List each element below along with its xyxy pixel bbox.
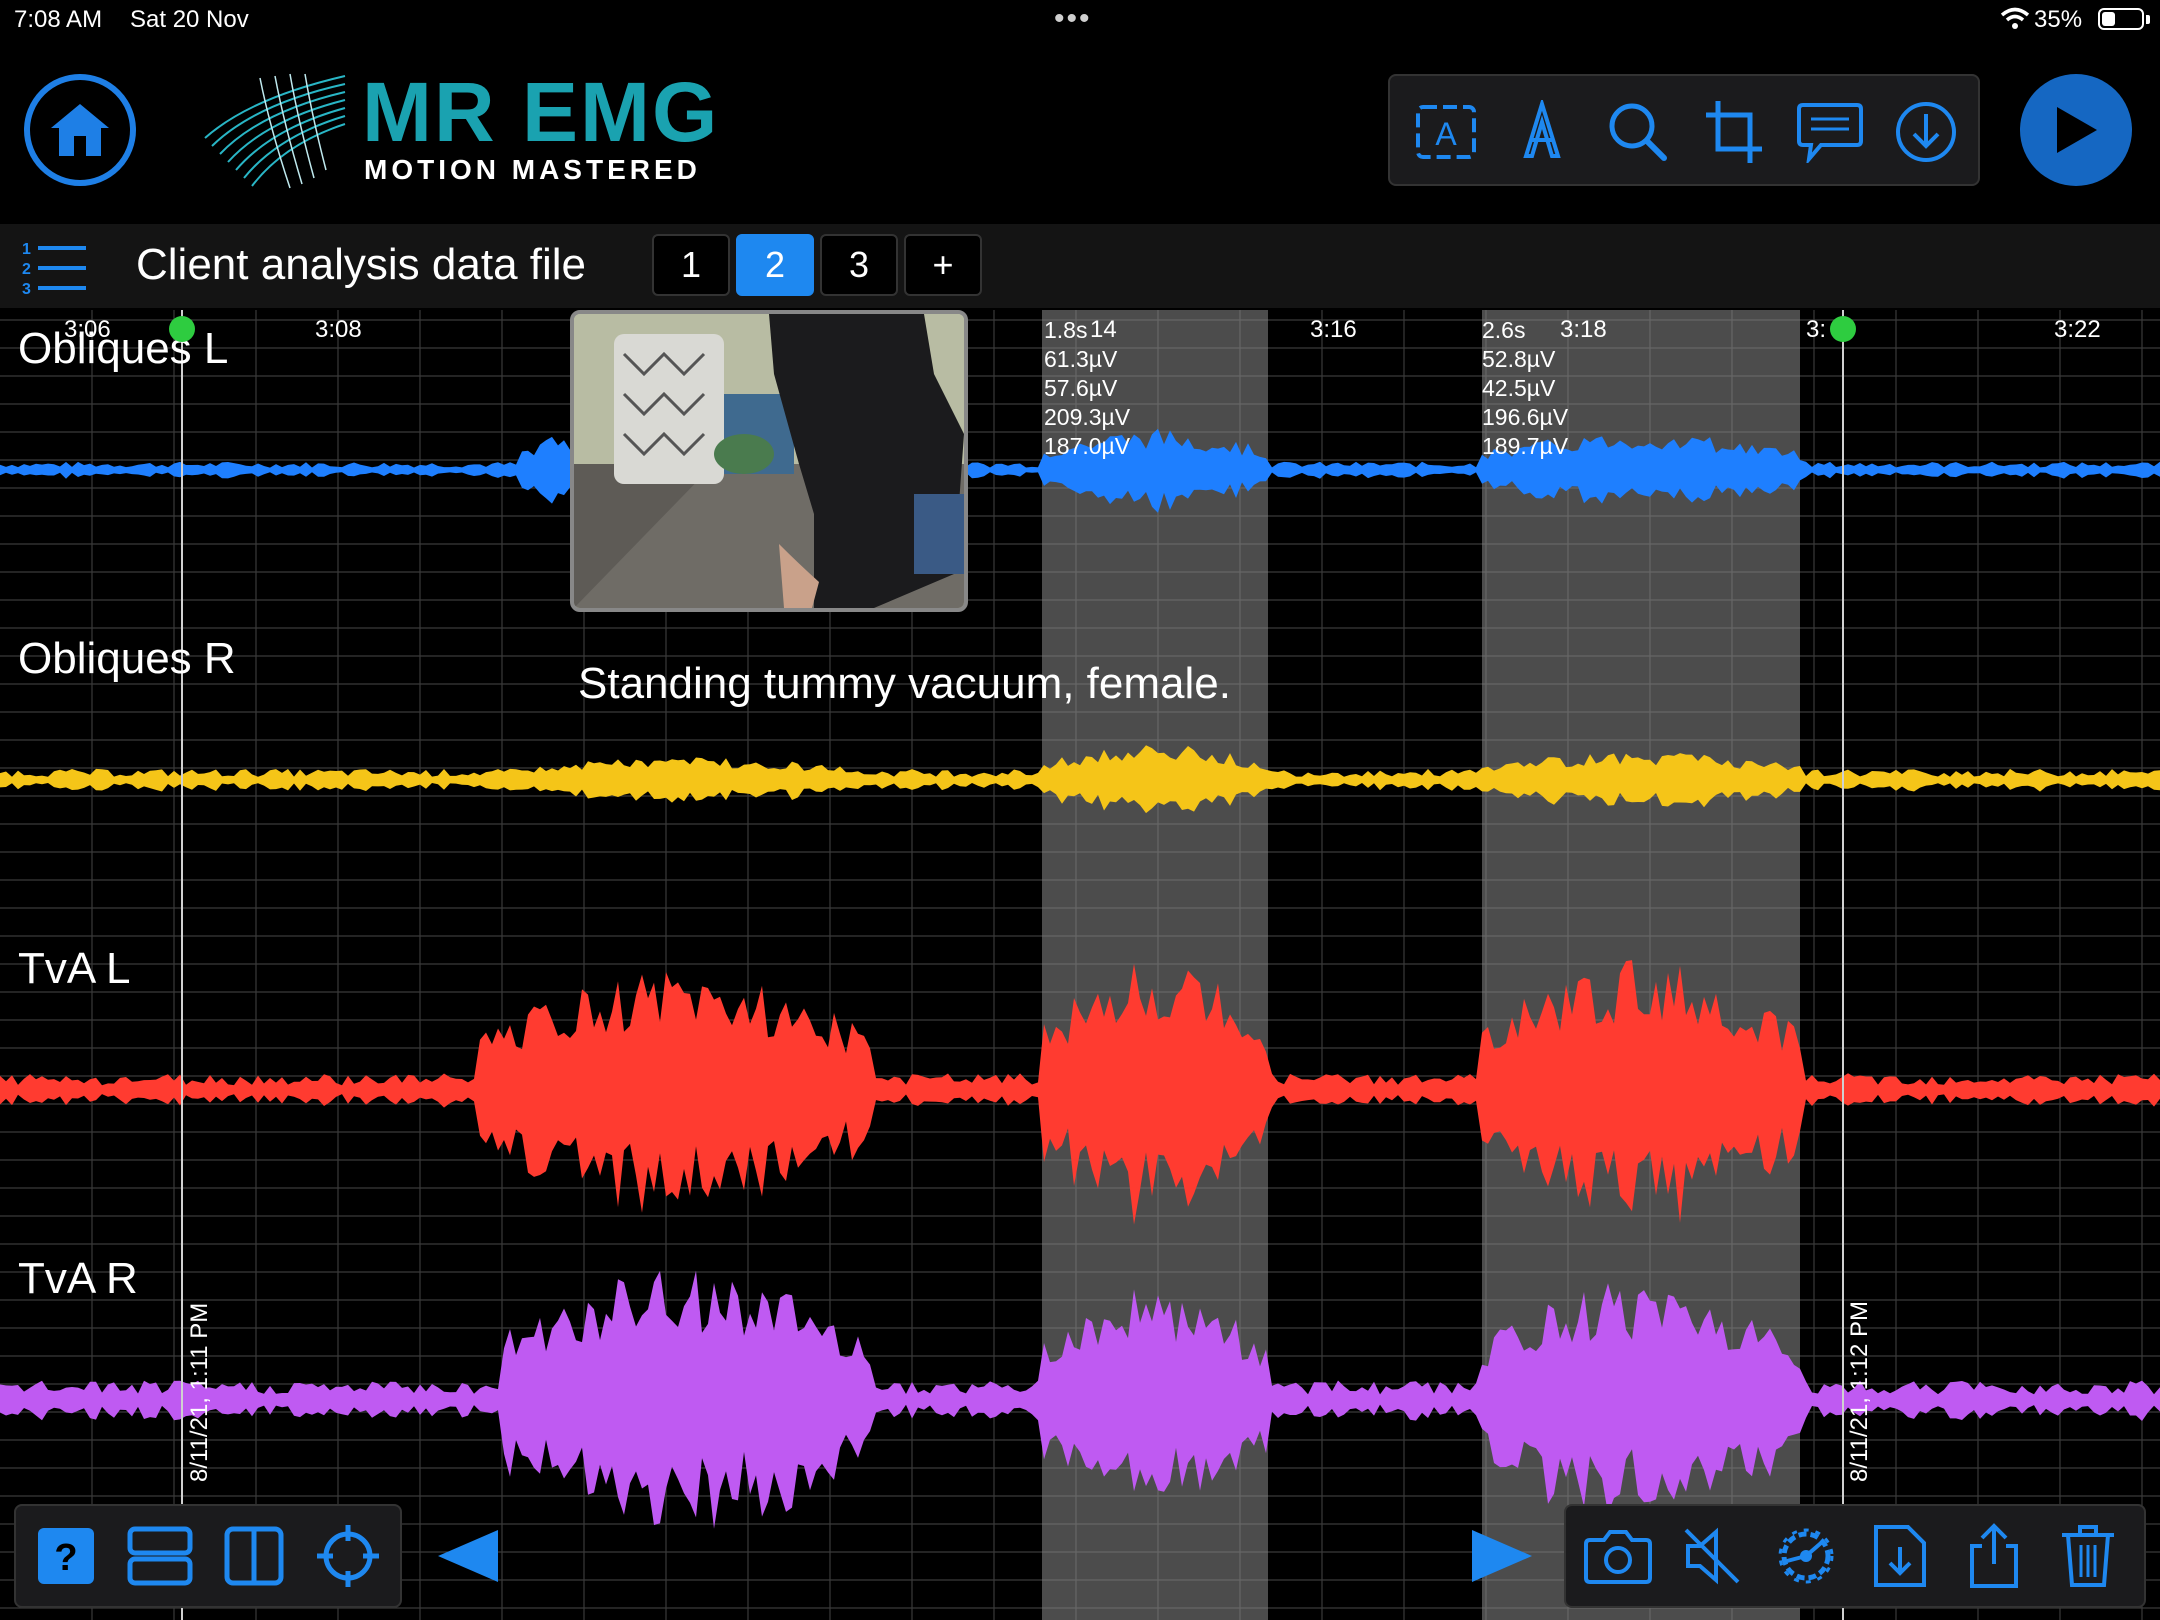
logo-tagline: MOTION MASTERED xyxy=(364,154,701,185)
home-button[interactable] xyxy=(24,74,136,186)
multitask-dots[interactable]: ••• xyxy=(1054,2,1092,36)
target-icon xyxy=(317,1525,379,1587)
mute-button[interactable] xyxy=(1674,1518,1750,1594)
page-tab-2[interactable]: 2 xyxy=(736,234,814,296)
mute-icon xyxy=(1684,1527,1740,1585)
channel-label-obliques-r: Obliques R xyxy=(18,634,236,683)
logo-icon xyxy=(204,73,346,189)
selection-1-duration: 1.8s xyxy=(1044,317,1088,343)
download-icon xyxy=(1896,102,1956,162)
battery-level xyxy=(2102,12,2115,26)
svg-text:3: 3 xyxy=(22,281,31,298)
page-tab-1[interactable]: 1 xyxy=(652,234,730,296)
selection-2-stats: 2.6s 52.8µV 42.5µV 196.6µV 189.7µV xyxy=(1482,316,1568,461)
camera-icon xyxy=(1584,1530,1652,1584)
camera-button[interactable] xyxy=(1580,1518,1656,1594)
help-button[interactable]: ? xyxy=(28,1518,104,1594)
crop-button[interactable] xyxy=(1696,94,1772,170)
import-file-button[interactable] xyxy=(1862,1518,1938,1594)
next-arrow-icon[interactable] xyxy=(1466,1526,1536,1586)
search-button[interactable] xyxy=(1600,94,1676,170)
help-icon: ? xyxy=(38,1528,94,1584)
time-label-322: 3:22 xyxy=(2054,316,2101,343)
status-time: 7:08 AM xyxy=(14,6,103,33)
home-icon xyxy=(51,104,109,156)
video-annotation: Standing tummy vacuum, female. xyxy=(578,659,1231,708)
battery-icon xyxy=(2098,8,2144,30)
split-view-button[interactable] xyxy=(216,1518,292,1594)
pen-icon xyxy=(1523,100,1561,158)
file-import-icon xyxy=(1874,1525,1926,1587)
file-title: Client analysis data file xyxy=(136,240,587,289)
delete-button[interactable] xyxy=(2050,1518,2126,1594)
status-date: Sat 20 Nov xyxy=(130,6,249,33)
selection-1-stats: 1.8s 61.3µV 57.6µV 209.3µV 187.0µV xyxy=(1044,316,1130,461)
selection-1-stat: 57.6µV xyxy=(1044,375,1118,401)
emg-chart[interactable]: 3:06 3:08 14 3:16 3:18 3: 3:22 Obliques … xyxy=(0,310,2160,1620)
emg-plot[interactable] xyxy=(0,310,2160,1620)
status-bar: 7:08 AM Sat 20 Nov ••• 35% xyxy=(0,0,2160,40)
time-label-308: 3:08 xyxy=(315,316,362,343)
text-box-button[interactable]: A xyxy=(1408,94,1484,170)
svg-text:1: 1 xyxy=(22,241,31,258)
numbered-list-icon[interactable]: 1 2 3 xyxy=(20,238,90,298)
channel-label-tva-r: TvA R xyxy=(18,1254,138,1303)
target-button[interactable] xyxy=(310,1518,386,1594)
trash-icon xyxy=(2062,1525,2114,1587)
download-button[interactable] xyxy=(1888,94,1964,170)
view-toolbar: ? xyxy=(14,1504,402,1608)
svg-text:?: ? xyxy=(54,1537,77,1579)
selection-1-stat: 187.0µV xyxy=(1044,433,1131,459)
marker-handle-start[interactable] xyxy=(169,316,195,342)
annotation-toolbar: A xyxy=(1388,74,1980,186)
text-box-icon: A xyxy=(1416,105,1476,159)
play-icon xyxy=(2057,107,2097,153)
channel-label-obliques-l: Obliques L xyxy=(18,324,229,373)
file-toolbar xyxy=(1564,1504,2146,1608)
stacked-view-icon xyxy=(127,1526,193,1586)
logo-title: MR EMG xyxy=(362,65,720,159)
comment-icon xyxy=(1797,103,1863,163)
svg-text:2: 2 xyxy=(22,261,31,278)
add-page-button[interactable]: + xyxy=(904,234,982,296)
video-thumbnail[interactable] xyxy=(570,310,968,612)
svg-text:A: A xyxy=(1435,116,1457,152)
selection-2-stat: 52.8µV xyxy=(1482,346,1556,372)
selection-1-stat: 209.3µV xyxy=(1044,404,1131,430)
wifi-icon xyxy=(2000,7,2030,29)
time-label-partial-320: 3: xyxy=(1806,316,1827,343)
crop-icon xyxy=(1706,101,1762,163)
settings-icon xyxy=(1778,1528,1834,1584)
time-label-316: 3:16 xyxy=(1310,316,1357,343)
marker-handle-end[interactable] xyxy=(1830,316,1856,342)
comment-button[interactable] xyxy=(1792,94,1868,170)
play-button[interactable] xyxy=(2020,74,2132,186)
stacked-view-button[interactable] xyxy=(122,1518,198,1594)
marker-date-end: 8/11/21, 1:12 PM xyxy=(1846,1300,1873,1482)
marker-date-start: 8/11/21, 1:11 PM xyxy=(186,1302,213,1482)
split-view-icon xyxy=(224,1526,284,1586)
video-frame-image xyxy=(574,314,964,608)
settings-button[interactable] xyxy=(1768,1518,1844,1594)
page-tab-3[interactable]: 3 xyxy=(820,234,898,296)
selection-2-stat: 42.5µV xyxy=(1482,375,1556,401)
previous-arrow-icon[interactable] xyxy=(434,1526,504,1586)
selection-2-duration: 2.6s xyxy=(1482,317,1526,343)
selection-2-stat: 196.6µV xyxy=(1482,404,1569,430)
pen-button[interactable] xyxy=(1504,94,1580,170)
selection-1-stat: 61.3µV xyxy=(1044,346,1118,372)
share-button[interactable] xyxy=(1956,1518,2032,1594)
battery-percent: 35% xyxy=(2034,6,2083,33)
selection-2-stat: 189.7µV xyxy=(1482,433,1569,459)
share-icon xyxy=(1970,1523,2018,1588)
channel-label-tva-l: TvA L xyxy=(18,944,131,993)
file-bar: 1 2 3 Client analysis data file 1 2 3 + xyxy=(0,224,2160,308)
search-icon xyxy=(1609,103,1667,161)
